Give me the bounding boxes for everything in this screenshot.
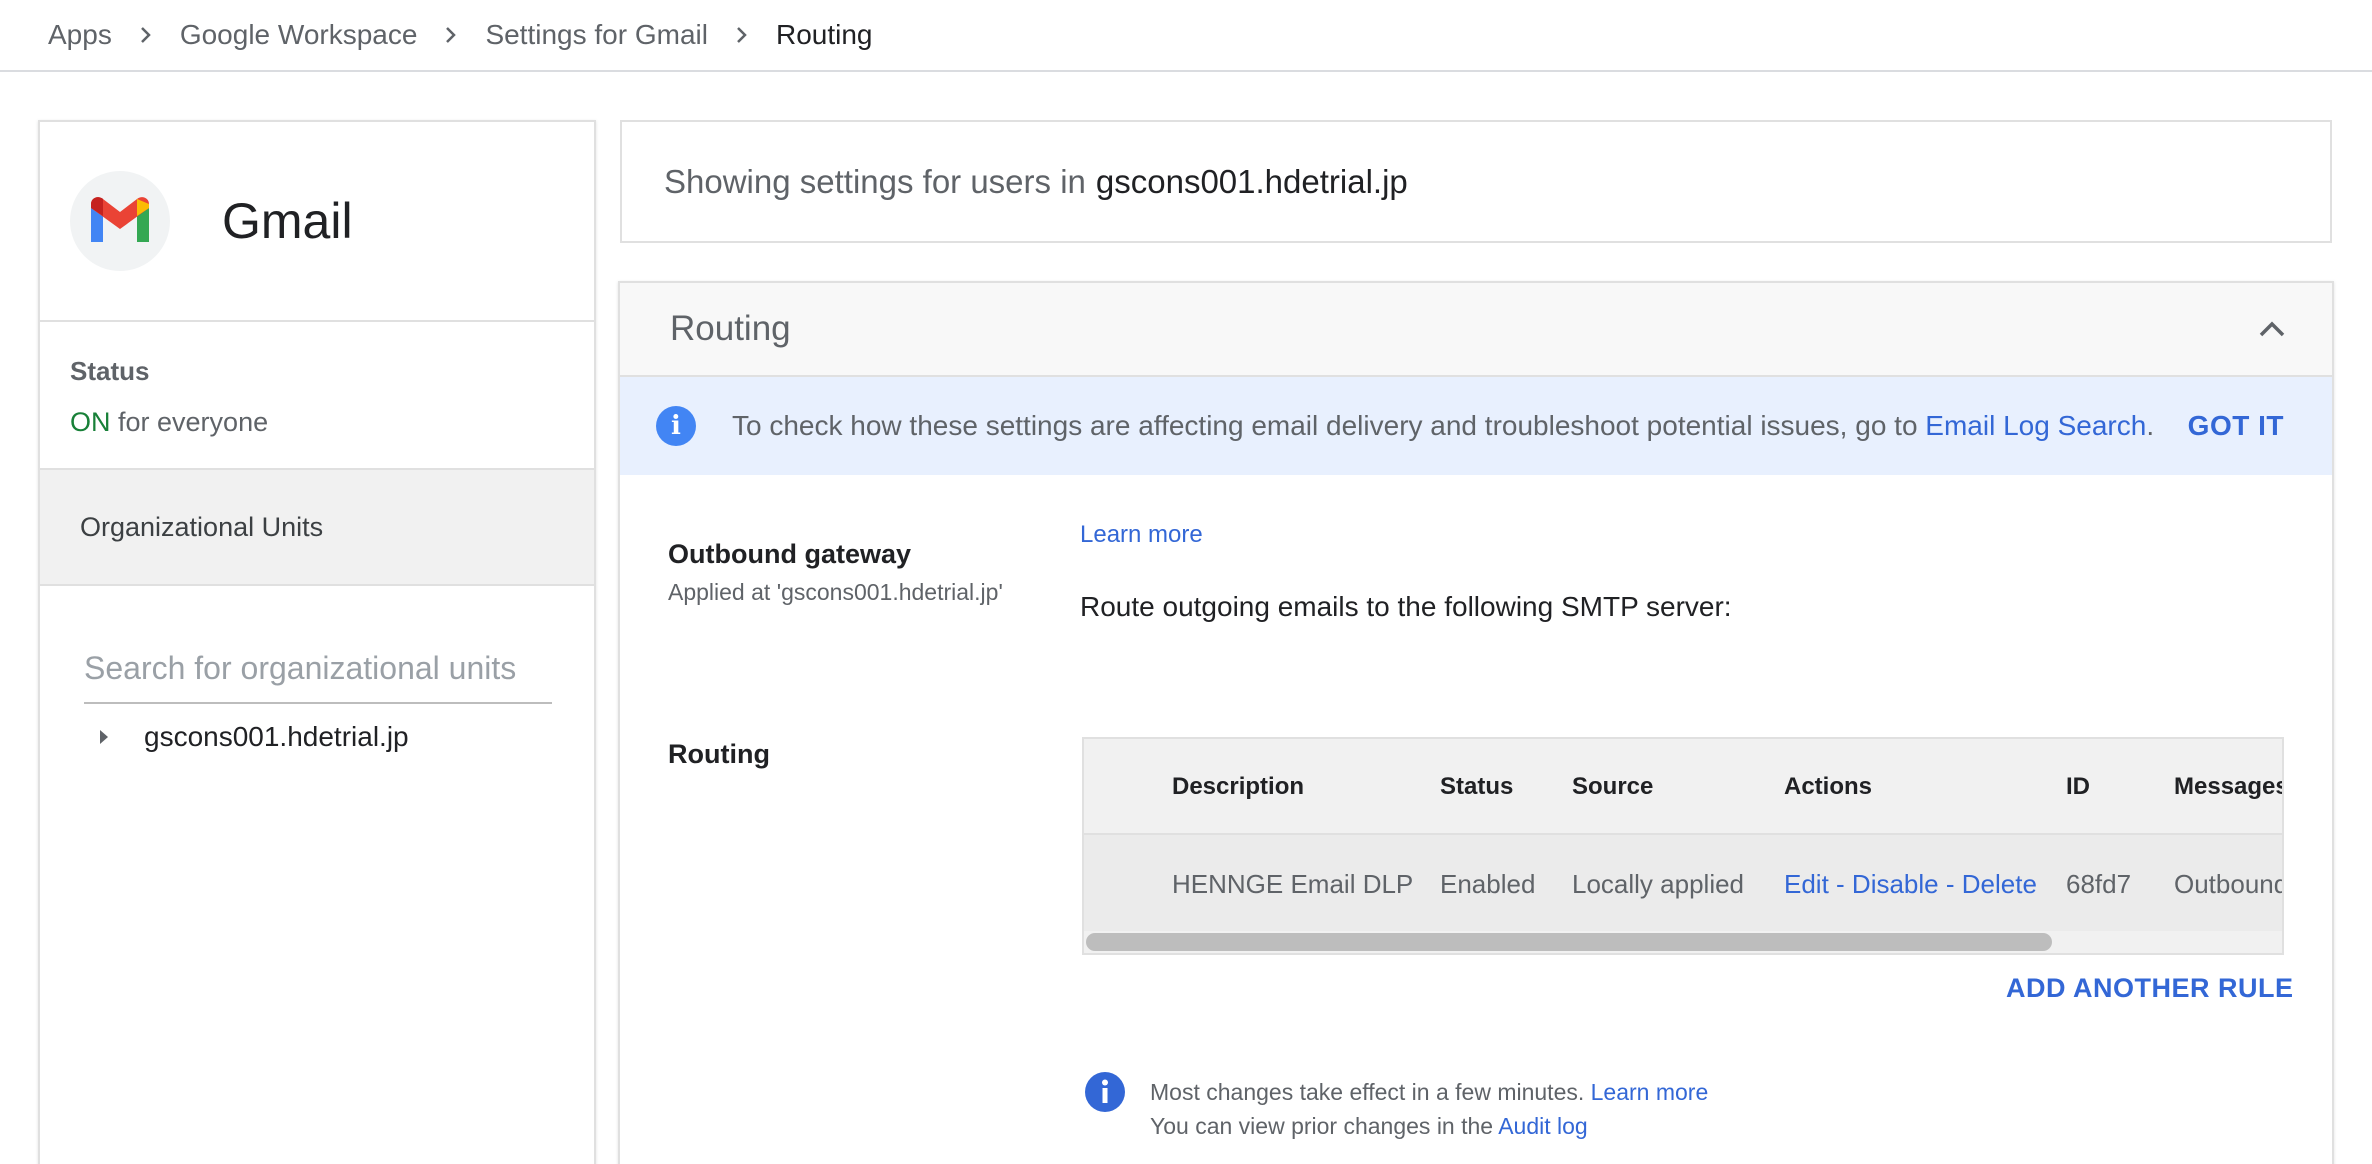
app-name: Gmail <box>222 193 353 249</box>
got-it-button[interactable]: GOT IT <box>2188 410 2284 442</box>
settings-scope-box: Showing settings for users in gscons001.… <box>620 120 2332 243</box>
add-another-rule-button[interactable]: ADD ANOTHER RULE <box>2006 973 2294 1004</box>
status-on-value: ON <box>70 407 111 437</box>
footer-learn-more-link[interactable]: Learn more <box>1591 1079 1709 1105</box>
row-status: Enabled <box>1440 869 1536 899</box>
app-info-panel: Gmail Status ON for everyone Organizatio… <box>38 120 596 1164</box>
column-actions: Actions <box>1784 773 1873 800</box>
breadcrumb-apps[interactable]: Apps <box>48 19 112 51</box>
outbound-description: Route outgoing emails to the following S… <box>1080 591 1732 622</box>
breadcrumb-current: Routing <box>775 19 873 50</box>
ou-search-input[interactable] <box>84 634 552 704</box>
breadcrumb-settings-for-gmail[interactable]: Settings for Gmail <box>485 19 708 51</box>
outbound-gateway-applied: Applied at 'gscons001.hdetrial.jp' <box>668 579 1003 605</box>
delete-rule-link[interactable]: Delete <box>1962 869 2037 899</box>
action-separator: - <box>1938 869 1962 899</box>
ou-tree-item[interactable]: gscons001.hdetrial.jp <box>90 712 409 762</box>
row-id: 68fd7 <box>2066 869 2132 899</box>
scrollbar-thumb[interactable] <box>1086 933 2052 951</box>
column-description[interactable]: Description <box>1172 773 1304 801</box>
email-log-search-link[interactable]: Email Log Search <box>1925 410 2146 441</box>
footer-line-2-text: You can view prior changes in the <box>1150 1113 1494 1139</box>
organizational-units-header: Organizational Units <box>40 470 594 586</box>
ou-tree-item-label: gscons001.hdetrial.jp <box>144 721 409 752</box>
status-title: Status <box>70 356 150 386</box>
table-header: Description Status Source Actions ID Mes… <box>1084 739 2282 835</box>
action-separator: - <box>1828 869 1852 899</box>
footer-note: Most changes take effect in a few minute… <box>1150 1075 1708 1143</box>
footer-line-1: Most changes take effect in a few minute… <box>1150 1075 1708 1109</box>
routing-card-header[interactable]: Routing <box>620 283 2332 377</box>
column-status[interactable]: Status <box>1440 773 1513 801</box>
horizontal-scrollbar[interactable] <box>1084 931 2282 953</box>
status-block: Status ON for everyone <box>40 322 594 470</box>
column-source[interactable]: Source <box>1572 773 1653 801</box>
caret-right-icon[interactable] <box>90 723 118 751</box>
footer-line-1-text: Most changes take effect in a few minute… <box>1150 1079 1585 1105</box>
breadcrumb-google-workspace[interactable]: Google Workspace <box>180 19 418 51</box>
routing-label: Routing <box>668 739 770 769</box>
breadcrumb: Apps Google Workspace Settings for Gmail… <box>0 0 2372 72</box>
routing-card-title: Routing <box>670 309 791 348</box>
status-suffix: for everyone <box>118 407 269 437</box>
chevron-right-icon <box>441 25 461 45</box>
row-description: HENNGE Email DLP <box>1172 869 1414 899</box>
outbound-gateway-label: Outbound gateway <box>668 539 911 569</box>
disable-rule-link[interactable]: Disable <box>1852 869 1939 899</box>
row-actions: Edit - Disable - Delete <box>1784 869 2037 900</box>
outbound-learn-more-link[interactable]: Learn more <box>1080 521 1203 549</box>
chevron-right-icon <box>732 25 752 45</box>
info-banner: i To check how these settings are affect… <box>620 377 2332 475</box>
banner-period: . <box>2146 410 2155 441</box>
app-header: Gmail <box>40 122 594 322</box>
row-source: Locally applied <box>1572 869 1745 899</box>
gmail-logo-icon <box>70 171 170 271</box>
chevron-right-icon <box>136 25 156 45</box>
routing-table: Description Status Source Actions ID Mes… <box>1082 737 2284 955</box>
audit-log-link[interactable]: Audit log <box>1498 1113 1588 1139</box>
edit-rule-link[interactable]: Edit <box>1784 869 1829 899</box>
footer-line-2: You can view prior changes in the Audit … <box>1150 1109 1708 1143</box>
settings-scope-prefix: Showing settings for users in <box>664 162 1086 200</box>
info-icon: i <box>656 406 696 446</box>
chevron-up-icon[interactable] <box>2242 299 2302 359</box>
routing-card: Routing i To check how these settings ar… <box>618 281 2334 1164</box>
row-messages: Outbound <box>2174 869 2284 899</box>
info-icon <box>1084 1071 1126 1113</box>
banner-message: To check how these settings are affectin… <box>732 410 1918 441</box>
banner-text: To check how these settings are affectin… <box>732 410 2154 442</box>
settings-scope-domain: gscons001.hdetrial.jp <box>1095 162 1408 200</box>
status-line: ON for everyone <box>70 407 594 438</box>
column-messages[interactable]: Messages <box>2174 773 2282 801</box>
table-row[interactable]: HENNGE Email DLP Enabled Locally applied… <box>1084 835 2282 931</box>
column-id[interactable]: ID <box>2066 773 2090 801</box>
